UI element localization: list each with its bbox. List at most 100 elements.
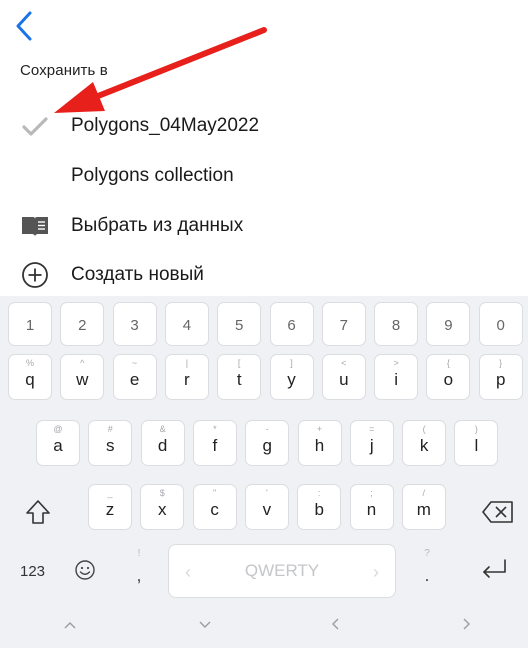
key-o[interactable]: {o: [426, 354, 471, 400]
key-v[interactable]: ' v: [244, 484, 289, 530]
key-4[interactable]: 4: [164, 302, 209, 346]
space-bar-label: QWERTY: [244, 561, 320, 580]
nav-down-button[interactable]: [190, 614, 220, 638]
chevron-down-icon: [198, 617, 212, 635]
key-a[interactable]: @ a: [36, 420, 80, 466]
symbols-key[interactable]: 123: [20, 563, 45, 580]
key-l[interactable]: ) l: [454, 420, 499, 466]
create-new-option[interactable]: Создать новый: [0, 251, 528, 299]
key-label: 2: [78, 317, 87, 334]
key-m[interactable]: / m: [401, 484, 446, 530]
key-label: s: [106, 436, 115, 455]
save-option-polygons-04may2022[interactable]: Polygons_04May2022: [0, 102, 528, 150]
key-hint: {: [446, 358, 450, 368]
key-hint: ): [474, 424, 478, 434]
save-option-polygons-collection[interactable]: Polygons collection: [0, 152, 528, 200]
key-i[interactable]: > i: [374, 354, 419, 400]
key-label: h: [314, 436, 325, 455]
key-w[interactable]: ^ w: [60, 354, 105, 400]
key-hint: %: [25, 358, 34, 368]
key-r[interactable]: | r: [164, 354, 209, 400]
key-label: g: [262, 436, 272, 455]
key-2[interactable]: 2: [60, 302, 105, 346]
key-hint: $: [159, 488, 165, 498]
key-n[interactable]: ; n: [349, 484, 394, 530]
key-hint: /: [422, 488, 426, 498]
chevron-right-icon: ›: [373, 562, 379, 582]
key-label: i: [394, 370, 398, 389]
period-key[interactable]: .: [421, 566, 433, 586]
key-t[interactable]: [t: [217, 354, 262, 400]
key-5[interactable]: 5: [217, 302, 262, 346]
key-z[interactable]: _ z: [88, 484, 132, 530]
key-hint: }: [499, 358, 503, 368]
key-6[interactable]: 6: [269, 302, 314, 346]
choose-from-data-option[interactable]: Выбрать из данных: [0, 202, 528, 250]
comma-key-hint: !: [137, 548, 141, 559]
key-j[interactable]: = j: [349, 420, 394, 466]
key-hint: :: [317, 488, 321, 498]
key-c[interactable]: " c: [192, 484, 237, 530]
key-hint: ^: [80, 358, 85, 368]
key-d[interactable]: & d: [140, 420, 185, 466]
key-u[interactable]: < u: [321, 354, 366, 400]
key-label: d: [157, 436, 168, 455]
shift-icon: [24, 498, 52, 531]
key-8[interactable]: 8: [374, 302, 419, 346]
key-p[interactable]: } p: [478, 354, 523, 400]
key-b[interactable]: :b: [297, 484, 342, 530]
nav-up-button[interactable]: [55, 614, 85, 638]
key-7[interactable]: 7: [321, 302, 366, 346]
key-1[interactable]: 1: [8, 302, 52, 346]
key-hint: ": [212, 488, 217, 498]
key-label: 6: [287, 317, 296, 334]
enter-icon: [479, 557, 509, 586]
key-label: 4: [182, 317, 192, 334]
key-3[interactable]: 3: [112, 302, 157, 346]
key-hint: (: [422, 424, 426, 434]
key-label: r: [184, 370, 190, 389]
key-9[interactable]: 9: [426, 302, 471, 346]
key-label: 8: [391, 317, 401, 334]
nav-right-button[interactable]: [452, 614, 482, 638]
key-hint: _: [107, 488, 113, 498]
key-hint: >: [393, 358, 399, 368]
key-h[interactable]: + h: [297, 420, 342, 466]
key-label: k: [419, 436, 429, 455]
key-label: n: [366, 500, 377, 519]
key-s[interactable]: # s: [88, 420, 133, 466]
emoji-key[interactable]: [70, 558, 100, 586]
chevron-left-icon: [14, 10, 34, 47]
save-option-label: Создать новый: [71, 264, 204, 285]
key-label: b: [314, 500, 324, 519]
enter-key[interactable]: [474, 554, 514, 588]
comma-key[interactable]: ,: [133, 566, 145, 586]
emoji-icon: [74, 559, 96, 586]
key-hint: ]: [290, 358, 293, 368]
save-option-label: Polygons_04May2022: [71, 115, 260, 136]
key-k[interactable]: (k: [402, 420, 447, 466]
key-q[interactable]: % q: [8, 354, 52, 400]
key-0[interactable]: 0: [478, 302, 523, 346]
chevron-up-icon: [63, 617, 77, 635]
key-e[interactable]: ~ e: [112, 354, 157, 400]
space-bar[interactable]: ‹ QWERTY ›: [168, 544, 396, 598]
nav-left-button[interactable]: [320, 614, 350, 638]
book-icon: [20, 211, 50, 241]
key-y[interactable]: ] y: [269, 354, 314, 400]
backspace-key[interactable]: [476, 496, 520, 532]
shift-key[interactable]: [18, 494, 58, 534]
key-hint: ': [266, 488, 268, 498]
key-f[interactable]: * f: [192, 420, 237, 466]
key-label: u: [339, 370, 349, 389]
key-label: c: [210, 500, 219, 519]
back-button[interactable]: [14, 8, 50, 48]
key-g[interactable]: -g: [245, 420, 290, 466]
period-key-hint: ?: [424, 548, 430, 559]
key-hint: +: [316, 424, 323, 434]
key-label: 9: [444, 317, 453, 334]
key-x[interactable]: $ x: [140, 484, 185, 530]
key-label: 1: [25, 317, 35, 334]
save-option-label: Выбрать из данных: [71, 215, 244, 236]
key-hint: *: [213, 424, 217, 434]
